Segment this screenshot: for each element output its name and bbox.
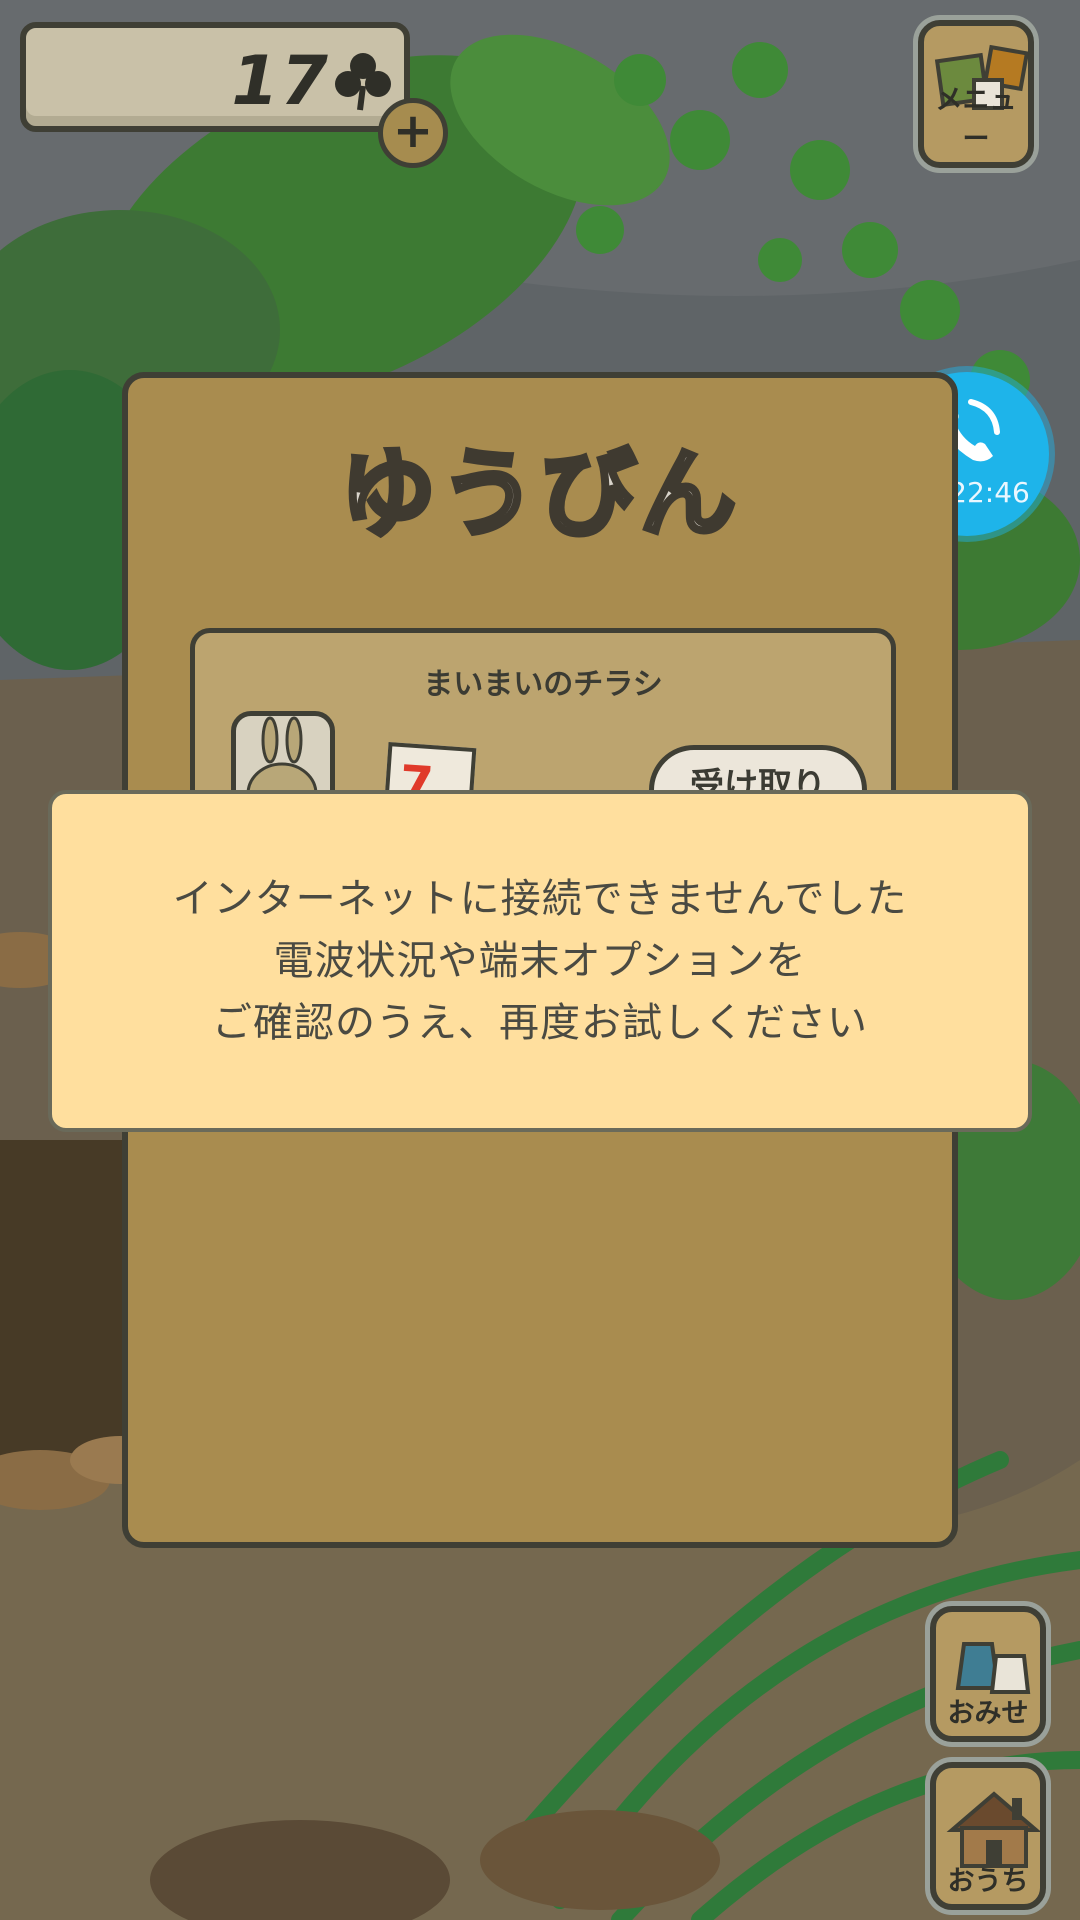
clover-counter: 17 bbox=[20, 22, 410, 132]
clover-icon bbox=[335, 53, 391, 111]
add-clover-button[interactable]: + bbox=[378, 98, 448, 168]
error-dialog[interactable]: インターネットに接続できませんでした 電波状況や端末オプションを ご確認のうえ、… bbox=[48, 790, 1032, 1132]
menu-button[interactable]: メニュー bbox=[918, 20, 1034, 168]
home-label: おうち bbox=[947, 1866, 1029, 1897]
home-button[interactable]: おうち bbox=[930, 1762, 1046, 1910]
plus-icon: + bbox=[392, 103, 434, 159]
shop-label: おみせ bbox=[947, 1698, 1029, 1729]
menu-label: メニュー bbox=[935, 85, 1017, 155]
error-message-line: 電波状況や端末オプションを bbox=[273, 938, 807, 984]
error-message-line: ご確認のうえ、再度お試しください bbox=[212, 1000, 868, 1046]
clover-count: 17 bbox=[231, 42, 330, 121]
error-message-line: インターネットに接続できませんでした bbox=[172, 876, 908, 922]
shop-button[interactable]: おみせ bbox=[930, 1606, 1046, 1742]
mail-item-title: まいまいのチラシ bbox=[423, 667, 663, 702]
mail-panel-title: ゆうびん bbox=[338, 436, 740, 553]
